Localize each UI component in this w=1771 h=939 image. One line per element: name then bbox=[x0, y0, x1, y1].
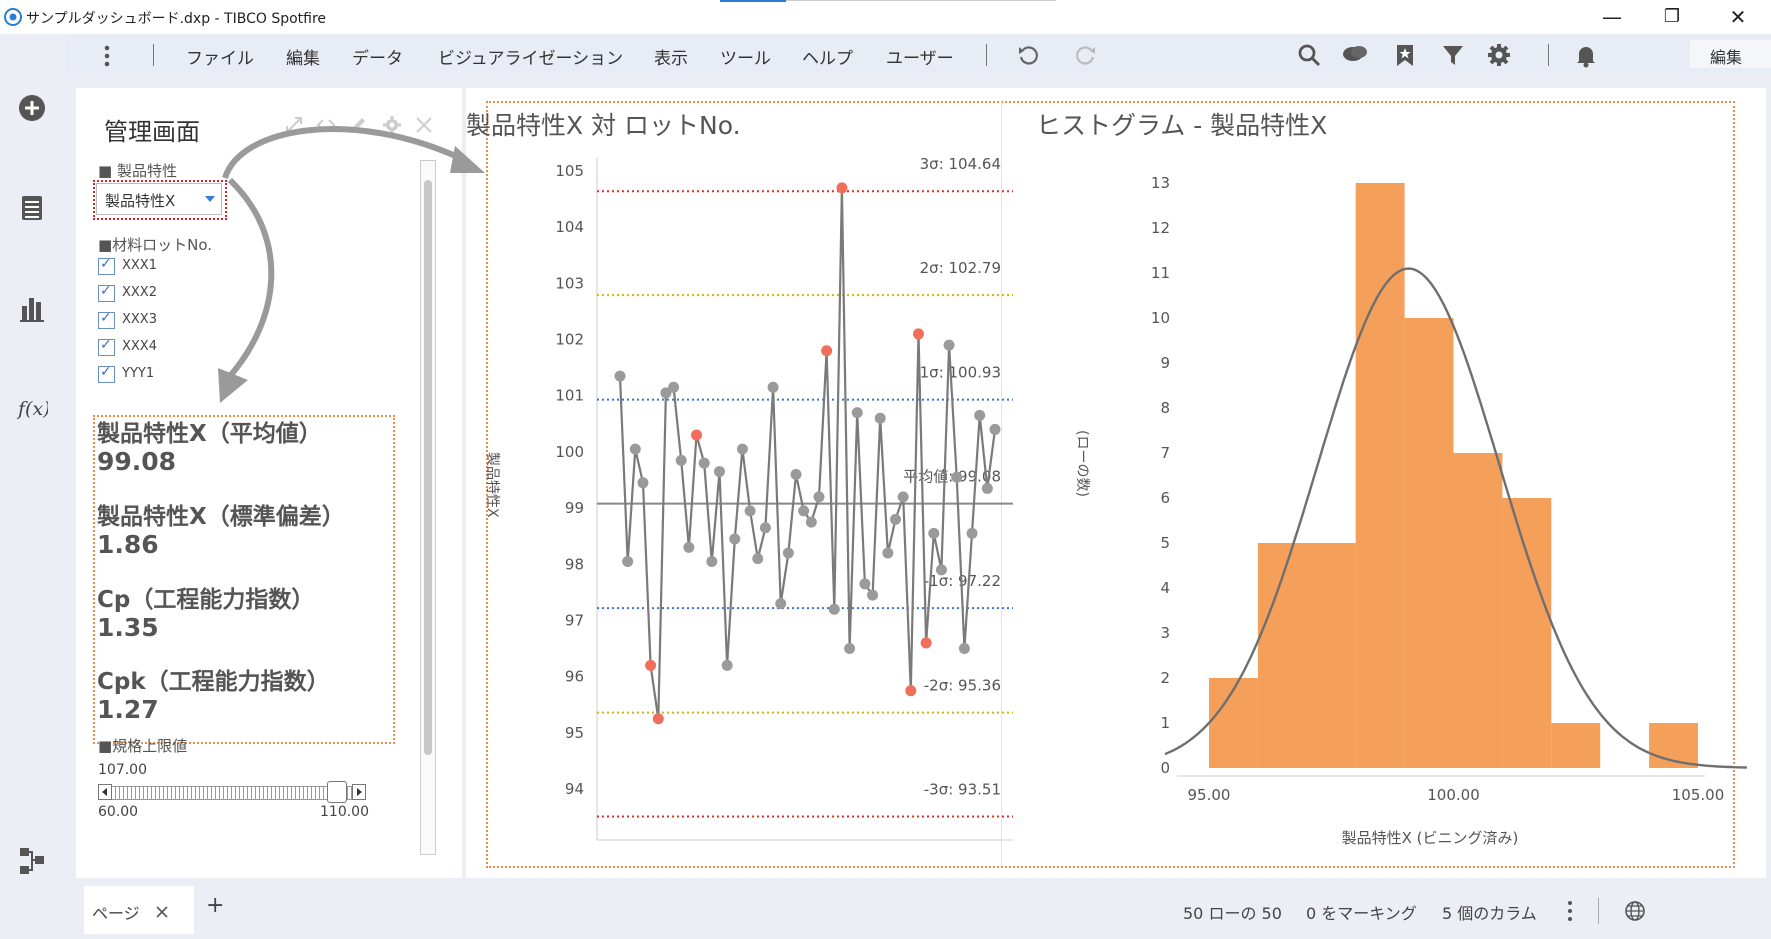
lot-label: XXX2 bbox=[122, 285, 157, 300]
usl-max: 110.00 bbox=[320, 804, 369, 820]
redo-icon[interactable] bbox=[1072, 42, 1098, 68]
mode-select-value: 編集 bbox=[1710, 48, 1743, 67]
kpi-value: 99.08 bbox=[97, 447, 177, 476]
close-button[interactable]: ✕ bbox=[1718, 4, 1758, 30]
kpi-label: Cp（工程能力指数） bbox=[97, 587, 315, 613]
kpi-label: 製品特性X（平均値） bbox=[97, 421, 322, 447]
lot-checkbox[interactable]: ✓ bbox=[98, 256, 115, 275]
usl-slider-track[interactable] bbox=[98, 786, 366, 800]
menu-user[interactable]: ユーザー bbox=[886, 44, 954, 69]
more-menu-icon[interactable] bbox=[102, 44, 112, 68]
collaboration-icon[interactable] bbox=[1342, 42, 1368, 68]
settings-icon[interactable] bbox=[1486, 42, 1512, 68]
histogram-title: ヒストグラム - 製品特性X bbox=[1036, 111, 1328, 140]
lot-checkbox[interactable]: ✓ bbox=[98, 337, 115, 356]
menu-data[interactable]: データ bbox=[352, 44, 403, 69]
spotfire-logo-icon bbox=[4, 8, 22, 26]
mode-select[interactable]: 編集 bbox=[1690, 40, 1771, 68]
menu-tools[interactable]: ツール bbox=[720, 44, 771, 69]
slider-right-arrow-icon[interactable] bbox=[352, 784, 366, 800]
add-data-icon[interactable] bbox=[16, 92, 48, 124]
search-icon[interactable] bbox=[1296, 42, 1322, 68]
vis-divider bbox=[1001, 100, 1002, 866]
globe-icon[interactable] bbox=[1624, 900, 1646, 922]
kpi-value: 1.27 bbox=[97, 695, 159, 724]
annotation-arrow-icon bbox=[218, 126, 485, 403]
kpi-value: 1.35 bbox=[97, 613, 159, 642]
panel-title: 管理画面 bbox=[104, 118, 200, 146]
window-title: サンプルダッシュボード.dxp - TIBCO Spotfire bbox=[26, 11, 327, 27]
menu-visualization[interactable]: ビジュアライゼーション bbox=[438, 44, 623, 69]
menu-view[interactable]: 表示 bbox=[654, 44, 688, 69]
minimize-button[interactable]: — bbox=[1592, 4, 1632, 30]
visualization-types-icon[interactable] bbox=[16, 292, 48, 324]
kpi-label: Cpk（工程能力指数） bbox=[97, 669, 330, 695]
lot-checkbox[interactable]: ✓ bbox=[98, 283, 115, 302]
close-tab-icon[interactable] bbox=[156, 906, 168, 918]
lot-label: XXX3 bbox=[122, 312, 157, 327]
data-flow-icon[interactable] bbox=[16, 844, 48, 876]
restore-button[interactable]: ❐ bbox=[1652, 4, 1692, 30]
bookmark-icon[interactable] bbox=[1392, 42, 1418, 68]
data-canvas-icon[interactable] bbox=[16, 192, 48, 224]
usl-slider-handle[interactable] bbox=[326, 781, 347, 803]
lot-label: YYY1 bbox=[122, 366, 155, 381]
property-header: ■ 製品特性 bbox=[98, 162, 177, 180]
undo-icon[interactable] bbox=[1016, 42, 1042, 68]
row-count: 50 ローの 50 bbox=[1183, 904, 1282, 923]
tab-indicator bbox=[720, 0, 786, 2]
add-page-button[interactable]: + bbox=[206, 893, 224, 918]
page-tab-label: ページ bbox=[92, 904, 140, 923]
tab-divider bbox=[786, 0, 1056, 1]
visualization-highlight bbox=[486, 101, 1735, 868]
left-rail: f(x) bbox=[0, 34, 66, 939]
svg-text:f(x): f(x) bbox=[16, 398, 48, 420]
title-bar: サンプルダッシュボード.dxp - TIBCO Spotfire — ❐ ✕ bbox=[0, 0, 1771, 34]
lot-header: ■材料ロットNo. bbox=[98, 236, 213, 254]
notifications-icon[interactable] bbox=[1573, 42, 1599, 68]
menu-separator bbox=[1548, 44, 1549, 66]
lot-label: XXX1 bbox=[122, 258, 157, 273]
filter-icon[interactable] bbox=[1440, 42, 1466, 68]
status-separator bbox=[1598, 898, 1599, 924]
usl-header: ■規格上限値 bbox=[98, 737, 188, 755]
usl-min: 60.00 bbox=[98, 804, 139, 820]
function-icon[interactable]: f(x) bbox=[16, 392, 48, 424]
column-count: 5 個のカラム bbox=[1442, 904, 1537, 923]
menu-edit[interactable]: 編集 bbox=[286, 44, 320, 69]
kpi-value: 1.86 bbox=[97, 530, 159, 559]
menu-help[interactable]: ヘルプ bbox=[802, 44, 853, 69]
lot-label: XXX4 bbox=[122, 339, 157, 354]
usl-value: 107.00 bbox=[98, 762, 147, 778]
property-dropdown-value: 製品特性X bbox=[105, 192, 176, 210]
marked-count: 0 をマーキング bbox=[1306, 904, 1417, 923]
menu-separator bbox=[986, 44, 987, 66]
kpi-label: 製品特性X（標準偏差） bbox=[97, 504, 345, 530]
menu-file[interactable]: ファイル bbox=[186, 44, 254, 69]
status-more-icon[interactable] bbox=[1566, 900, 1574, 922]
menu-bar: ファイル 編集 データ ビジュアライゼーション 表示 ツール ヘルプ ユーザー … bbox=[66, 34, 1771, 74]
lot-checkbox[interactable]: ✓ bbox=[98, 310, 115, 329]
lot-checkbox[interactable]: ✓ bbox=[98, 364, 115, 383]
control-chart-title: 製品特性X 対 ロットNo. bbox=[466, 111, 741, 140]
slider-left-arrow-icon[interactable] bbox=[98, 784, 112, 800]
menu-separator bbox=[153, 44, 154, 66]
